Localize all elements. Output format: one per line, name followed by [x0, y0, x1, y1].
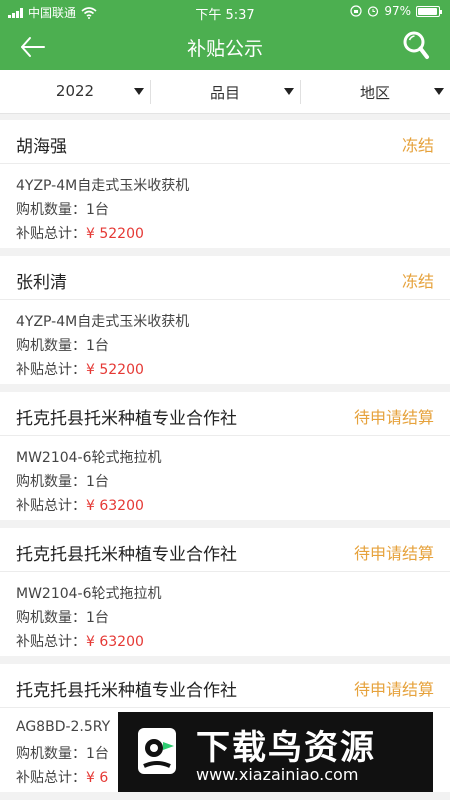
filter-bar: 2022 品目 地区	[0, 70, 450, 114]
total-line: 补贴总计：¥ 6	[16, 767, 108, 787]
quantity-value: 1台	[86, 610, 109, 626]
total-label: 补贴总计：	[16, 770, 86, 786]
quantity-line: 购机数量：1台	[16, 607, 109, 627]
applicant-name: 托克托县托米种植专业合作社	[16, 681, 237, 701]
page-title: 补贴公示	[186, 38, 263, 60]
quantity-line: 购机数量：1台	[16, 335, 109, 355]
machine-name: MW2104-6轮式拖拉机	[16, 586, 162, 602]
total-line: 补贴总计：¥ 52200	[16, 359, 144, 379]
total-label: 补贴总计：	[16, 362, 86, 378]
machine-name: MW2104-6轮式拖拉机	[16, 450, 162, 466]
filter-region-label: 地区	[359, 84, 390, 102]
filter-region[interactable]: 地区	[300, 70, 450, 114]
list-item-header: 托克托县托米种植专业合作社 待申请结算	[0, 664, 450, 708]
quantity-value: 1台	[86, 474, 109, 490]
list-item[interactable]: 托克托县托米种植专业合作社 待申请结算 MW2104-6轮式拖拉机 购机数量：1…	[0, 528, 450, 656]
list-item[interactable]: 托克托县托米种植专业合作社 待申请结算 MW2104-6轮式拖拉机 购机数量：1…	[0, 392, 450, 520]
total-line: 补贴总计：¥ 63200	[16, 631, 144, 651]
alarm-icon	[368, 6, 379, 17]
subsidy-amount: ¥ 63200	[86, 634, 144, 650]
applicant-name: 托克托县托米种植专业合作社	[16, 545, 237, 565]
machine-name: 4YZP-4M自走式玉米收获机	[16, 314, 190, 330]
applicant-name: 胡海强	[16, 137, 67, 157]
total-label: 补贴总计：	[16, 634, 86, 650]
applicant-name: 托克托县托米种植专业合作社	[16, 409, 237, 429]
subsidy-amount: ¥ 52200	[86, 362, 144, 378]
machine-name: 4YZP-4M自走式玉米收获机	[16, 178, 190, 194]
watermark-title: 下载鸟资源	[196, 728, 376, 768]
battery-icon	[416, 5, 442, 17]
navbar: 补贴公示	[0, 24, 450, 70]
total-label: 补贴总计：	[16, 498, 86, 514]
list-item-header: 托克托县托米种植专业合作社 待申请结算	[0, 392, 450, 436]
status-badge: 待申请结算	[353, 408, 434, 427]
dropdown-arrow-icon	[284, 88, 294, 95]
status-badge: 冻结	[401, 272, 434, 291]
machine-name: AG8BD-2.5RY	[16, 719, 111, 735]
status-badge: 待申请结算	[353, 544, 434, 563]
status-badge: 冻结	[401, 136, 434, 155]
subsidy-amount: ¥ 6	[86, 770, 109, 786]
filter-year[interactable]: 2022	[0, 70, 150, 114]
status-right: 97%	[350, 4, 442, 18]
list-item[interactable]: 胡海强 冻结 4YZP-4M自走式玉米收获机 购机数量：1台 补贴总计：¥ 52…	[0, 120, 450, 248]
list-item[interactable]: 张利清 冻结 4YZP-4M自走式玉米收获机 购机数量：1台 补贴总计：¥ 52…	[0, 256, 450, 384]
quantity-value: 1台	[86, 338, 109, 354]
applicant-name: 张利清	[16, 273, 67, 293]
quantity-value: 1台	[86, 202, 109, 218]
subsidy-amount: ¥ 52200	[86, 226, 144, 242]
total-line: 补贴总计：¥ 52200	[16, 223, 144, 243]
quantity-line: 购机数量：1台	[16, 471, 109, 491]
list-item-header: 托克托县托米种植专业合作社 待申请结算	[0, 528, 450, 572]
filter-category[interactable]: 品目	[150, 70, 300, 114]
dropdown-arrow-icon	[434, 88, 444, 95]
total-label: 补贴总计：	[16, 226, 86, 242]
list-item-header: 胡海强 冻结	[0, 120, 450, 164]
quantity-label: 购机数量：	[16, 610, 86, 626]
quantity-value: 1台	[86, 746, 109, 762]
filter-category-label: 品目	[209, 84, 240, 102]
bird-logo-icon	[138, 728, 176, 774]
list-item-header: 张利清 冻结	[0, 256, 450, 300]
quantity-label: 购机数量：	[16, 746, 86, 762]
search-icon[interactable]	[402, 30, 430, 62]
watermark-url: www.xiazainiao.com	[196, 765, 359, 784]
status-badge: 待申请结算	[353, 680, 434, 699]
subsidy-amount: ¥ 63200	[86, 498, 144, 514]
quantity-label: 购机数量：	[16, 338, 86, 354]
quantity-label: 购机数量：	[16, 202, 86, 218]
watermark-banner: 下载鸟资源 www.xiazainiao.com	[118, 712, 433, 792]
quantity-line: 购机数量：1台	[16, 199, 109, 219]
quantity-line: 购机数量：1台	[16, 743, 109, 763]
total-line: 补贴总计：¥ 63200	[16, 495, 144, 515]
battery-percent: 97%	[384, 4, 411, 18]
quantity-label: 购机数量：	[16, 474, 86, 490]
dropdown-arrow-icon	[134, 88, 144, 95]
status-bar: 中国联通 下午 5:37 97%	[0, 0, 450, 24]
filter-year-label: 2022	[55, 82, 95, 100]
app-header: 中国联通 下午 5:37 97% 补贴公示	[0, 0, 450, 70]
rotation-lock-icon	[350, 5, 362, 17]
